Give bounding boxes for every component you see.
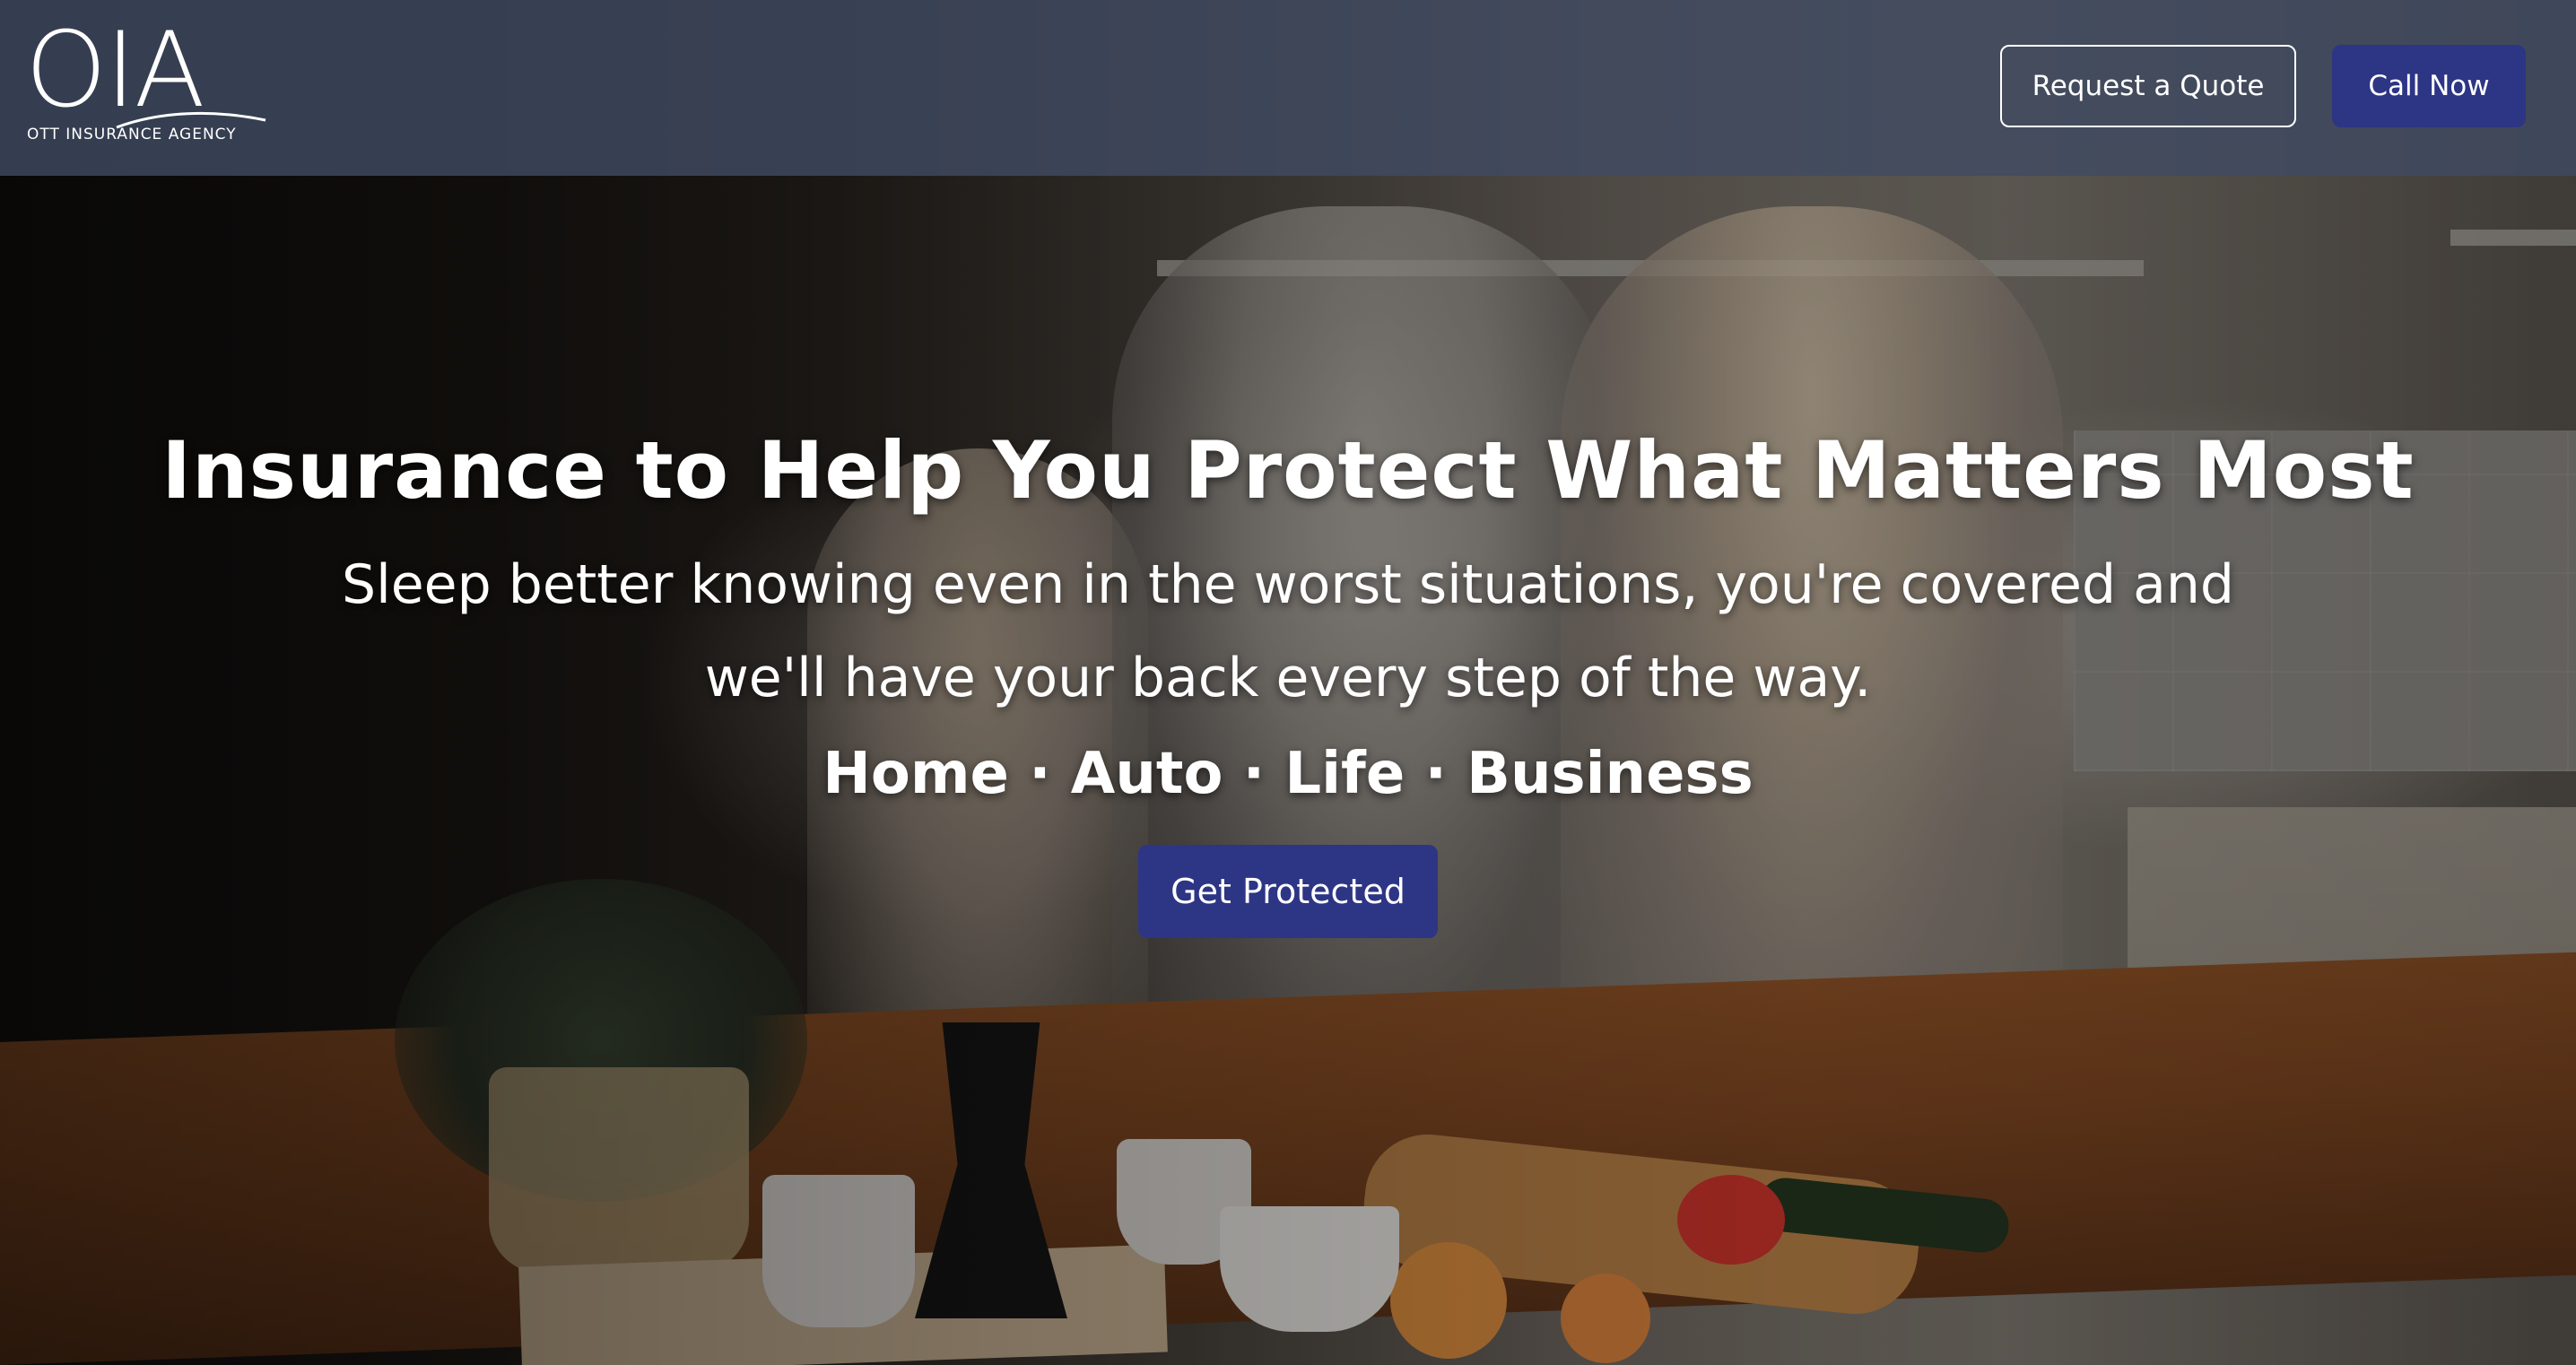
background-orange-2 — [1561, 1274, 1650, 1363]
hero-content: Insurance to Help You Protect What Matte… — [0, 404, 2576, 938]
hero-section: OIA OTT INSURANCE AGENCY Request a Quote… — [0, 0, 2576, 1365]
background-tomato — [1677, 1175, 1785, 1265]
background-bowl — [1220, 1206, 1399, 1332]
logo[interactable]: OIA OTT INSURANCE AGENCY — [25, 10, 266, 147]
background-shelf — [1157, 260, 2144, 276]
background-counter — [0, 952, 2576, 1365]
get-protected-button[interactable]: Get Protected — [1138, 845, 1438, 938]
background-cup — [762, 1175, 915, 1327]
site-header: OIA OTT INSURANCE AGENCY Request a Quote… — [0, 0, 2576, 176]
background-cutting-board — [1357, 1128, 1926, 1320]
call-now-button[interactable]: Call Now — [2332, 45, 2526, 127]
background-moka-pot — [915, 1022, 1067, 1318]
background-cucumber — [1755, 1175, 2012, 1256]
hero-lines-of-business: Home · Auto · Life · Business — [822, 741, 1754, 807]
request-quote-button[interactable]: Request a Quote — [2000, 45, 2296, 127]
background-shelf-right — [2450, 230, 2576, 246]
background-tray — [518, 1244, 1168, 1365]
logo-subtitle: OTT INSURANCE AGENCY — [27, 126, 237, 143]
background-plant-pot — [489, 1067, 749, 1274]
hero-subtitle: Sleep better knowing even in the worst s… — [342, 553, 2234, 709]
background-cup-2 — [1117, 1139, 1251, 1265]
hero-title: Insurance to Help You Protect What Matte… — [161, 424, 2415, 517]
background-orange — [1390, 1242, 1507, 1359]
logo-mark: OIA — [25, 10, 205, 131]
